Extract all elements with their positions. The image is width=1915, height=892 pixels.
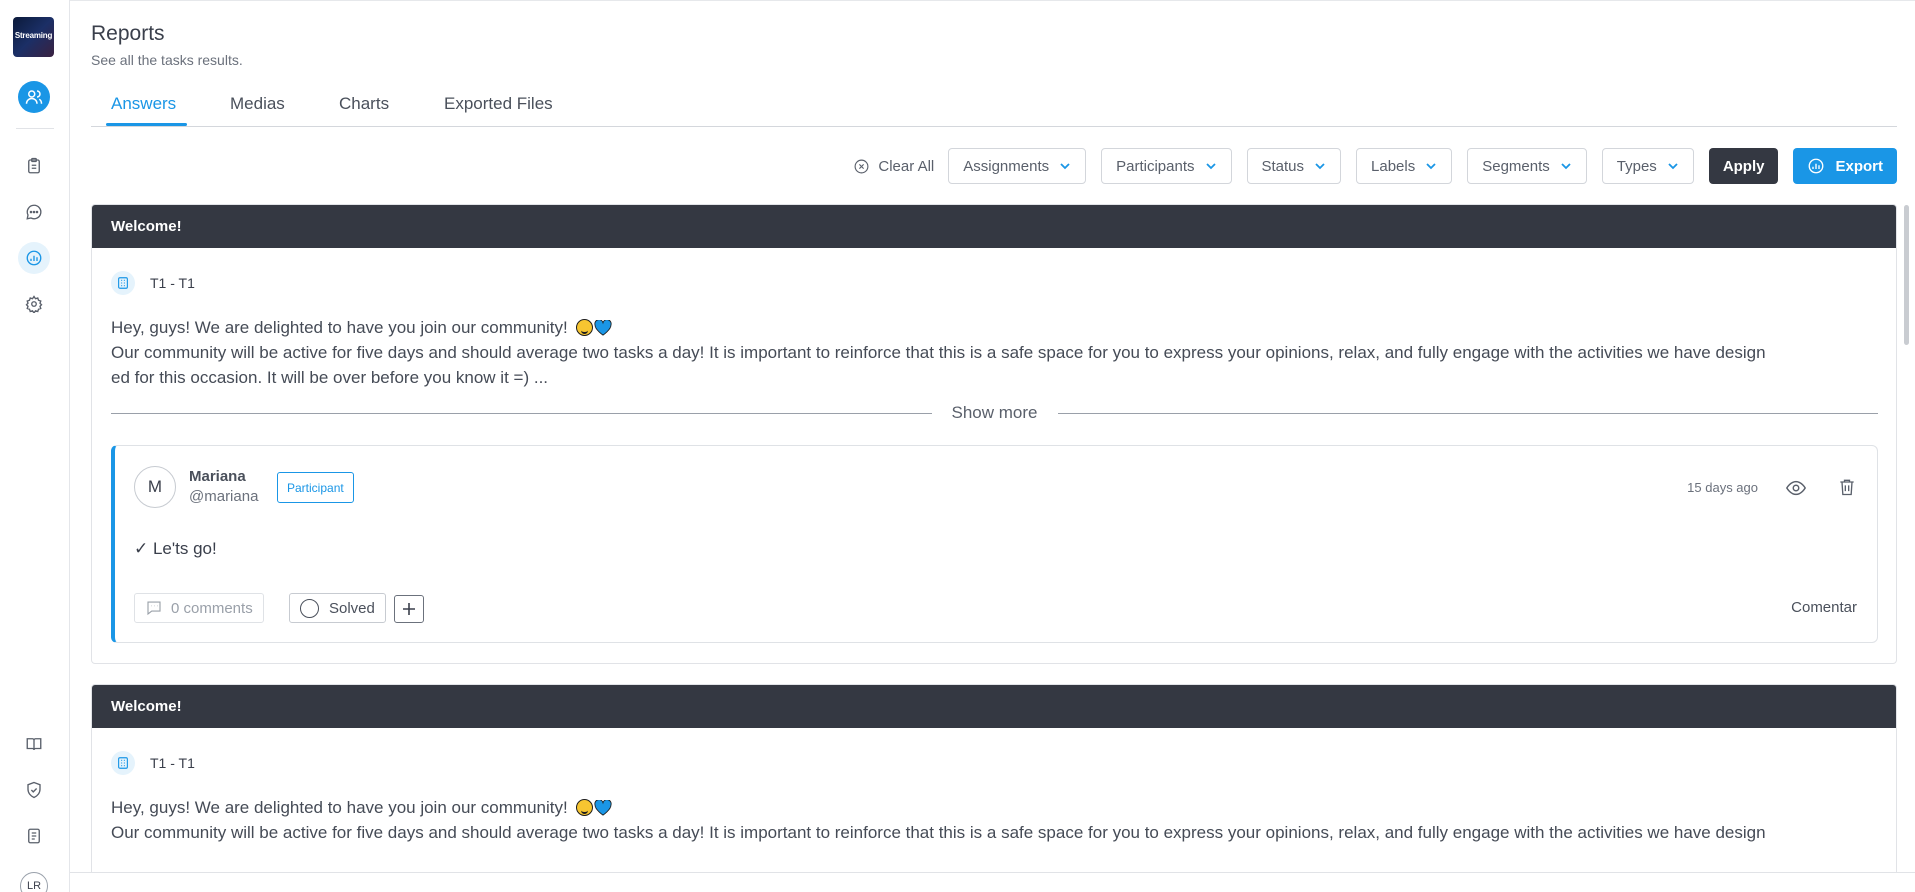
blue-heart-icon (594, 320, 613, 336)
participants-dropdown[interactable]: Participants (1101, 148, 1232, 184)
participants-label: Participants (1116, 157, 1195, 175)
chevron-down-icon (1060, 163, 1070, 170)
gear-icon[interactable] (18, 288, 50, 320)
segments-label: Segments (1482, 157, 1550, 175)
assignments-dropdown[interactable]: Assignments (948, 148, 1087, 184)
task-label: T1 - T1 (150, 275, 195, 291)
card-title: Welcome! (92, 685, 1896, 728)
top-border (70, 0, 1915, 1)
filter-bar: Clear All Assignments Participants Statu… (853, 148, 1897, 184)
task-label: T1 - T1 (150, 755, 195, 771)
clear-all-label: Clear All (878, 157, 935, 175)
types-dropdown[interactable]: Types (1601, 148, 1694, 184)
assignments-label: Assignments (963, 157, 1050, 175)
task-row: T1 - T1 (111, 271, 195, 295)
chevron-down-icon (1668, 163, 1678, 170)
show-more-button[interactable]: Show more (932, 403, 1058, 423)
tab-medias[interactable]: Medias (230, 94, 285, 114)
chevron-down-icon (1205, 163, 1216, 170)
smile-emoji-icon (576, 319, 594, 336)
comments-button[interactable]: 0 comments (134, 593, 264, 623)
tab-charts[interactable]: Charts (339, 94, 389, 114)
avatar[interactable]: M (134, 466, 176, 508)
task-card: Welcome! T1 - T1 Hey, guys! We are delig… (91, 204, 1897, 664)
divider-line (111, 412, 932, 414)
book-icon[interactable] (18, 728, 50, 760)
trash-icon[interactable] (1837, 477, 1857, 497)
description-line-1: Hey, guys! We are delighted to have you … (111, 318, 568, 337)
chart-icon (1809, 158, 1824, 174)
app-logo[interactable]: Streaming (13, 17, 54, 57)
users-icon[interactable] (18, 81, 50, 113)
task-row: T1 - T1 (111, 751, 195, 775)
chevron-down-icon (1315, 163, 1325, 170)
types-label: Types (1616, 157, 1657, 175)
logo-text: Streaming (14, 31, 53, 40)
smile-emoji-icon (576, 799, 594, 816)
page-title: Reports (91, 22, 165, 45)
user-avatar[interactable]: LR (20, 872, 48, 892)
description-line-1: Hey, guys! We are delighted to have you … (111, 798, 568, 817)
radio-circle-icon (300, 598, 319, 618)
status-label: Status (1261, 157, 1305, 175)
pagination-bar (70, 872, 1915, 892)
apply-button[interactable]: Apply (1708, 148, 1779, 184)
sidebar: Streaming LR (0, 0, 70, 892)
comments-count: 0 comments (171, 599, 253, 617)
comment-action[interactable]: Comentar (1791, 599, 1857, 616)
sidebar-divider (16, 128, 54, 129)
description-line-2: Our community will be active for five da… (111, 343, 1766, 362)
chart-icon[interactable] (18, 242, 50, 274)
description-line-3: ed for this occasion. It will be over be… (111, 368, 549, 387)
export-label: Export (1835, 157, 1883, 175)
answer-text: ✓ Le'ts go! (134, 539, 217, 558)
answer-item: M Mariana @mariana Participant 15 days a… (111, 445, 1878, 643)
task-description: Hey, guys! We are delighted to have you … (111, 315, 1878, 390)
comment-icon (147, 601, 161, 616)
solved-label: Solved (329, 599, 375, 617)
labels-label: Labels (1371, 157, 1416, 175)
chevron-down-icon (1426, 163, 1436, 170)
solved-toggle[interactable]: Solved (289, 593, 386, 623)
task-card: Welcome! T1 - T1 Hey, guys! We are delig… (91, 684, 1897, 892)
segments-dropdown[interactable]: Segments (1467, 148, 1587, 184)
scrollbar-thumb[interactable] (1904, 205, 1909, 345)
close-circle-icon (854, 159, 869, 173)
role-badge: Participant (277, 472, 354, 503)
tab-exported-files[interactable]: Exported Files (444, 94, 553, 114)
description-line-2: Our community will be active for five da… (111, 823, 1766, 842)
participant-handle: @mariana (189, 488, 259, 505)
blue-heart-icon (594, 800, 613, 816)
active-tab-indicator (106, 123, 187, 126)
task-description: Hey, guys! We are delighted to have you … (111, 795, 1878, 845)
shield-check-icon[interactable] (18, 774, 50, 806)
participant-name[interactable]: Mariana (189, 468, 246, 485)
eye-icon[interactable] (1785, 477, 1807, 499)
tab-answers[interactable]: Answers (111, 94, 176, 114)
labels-dropdown[interactable]: Labels (1356, 148, 1453, 184)
show-more-divider: Show more (111, 403, 1879, 423)
clipboard-icon[interactable] (18, 150, 50, 182)
divider-line (1057, 412, 1879, 414)
calendar-icon (111, 751, 135, 775)
add-label-button[interactable] (394, 595, 424, 623)
document-icon[interactable] (18, 820, 50, 852)
status-dropdown[interactable]: Status (1246, 148, 1342, 184)
calendar-icon (111, 271, 135, 295)
report-tabs: Answers Medias Charts Exported Files (91, 92, 1897, 127)
export-button[interactable]: Export (1793, 148, 1897, 184)
page-subtitle: See all the tasks results. (91, 52, 243, 68)
plus-icon (403, 603, 415, 615)
chevron-down-icon (1561, 163, 1571, 170)
chat-icon[interactable] (18, 196, 50, 228)
answer-timestamp: 15 days ago (1687, 480, 1758, 495)
card-title: Welcome! (92, 205, 1896, 248)
clear-all-button[interactable]: Clear All (853, 158, 934, 175)
